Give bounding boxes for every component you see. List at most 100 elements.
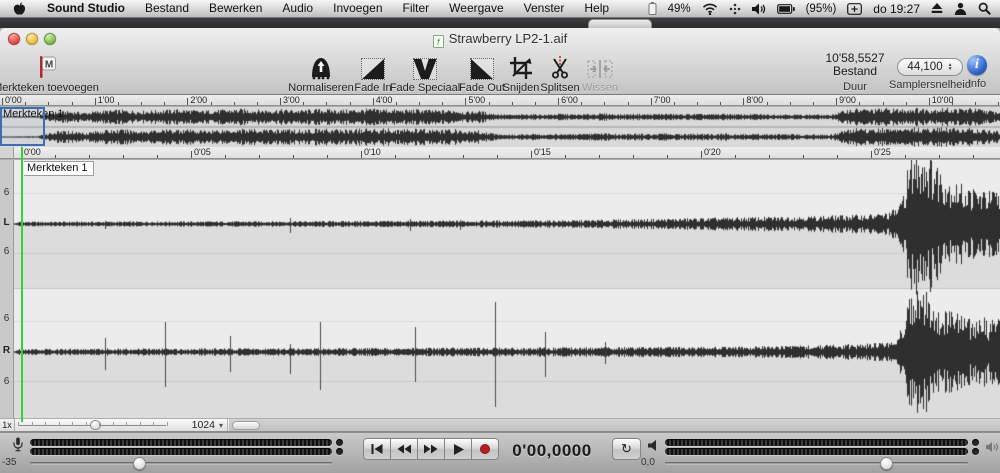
title-bar[interactable]: fStrawberry LP2-1.aif [0,28,1000,50]
output-level-slider[interactable] [665,462,968,465]
ruler-label: 0'15 [534,147,551,157]
output-level-thumb[interactable] [880,457,893,470]
input-meter-right [30,448,332,455]
ruler-tick [906,102,907,105]
ruler-tick [836,98,837,105]
ruler-label: 0'10 [364,147,381,157]
add-marker-button[interactable]: M Merkteken toevoegen [0,52,101,94]
ruler-label: 2'00 [190,95,207,105]
zoom-slider[interactable] [16,419,168,431]
editor-time-ruler[interactable]: 0'000'050'100'150'200'25 [0,147,1000,159]
menu-item-invoegen[interactable]: Invoegen [323,0,392,17]
spotlight-icon[interactable] [978,2,991,15]
menu-item-weergave[interactable]: Weergave [439,0,513,17]
ruler-tick [373,98,374,105]
menu-item-filter[interactable]: Filter [393,0,440,17]
audio-device-icon[interactable] [986,441,999,456]
ruler-tick [361,151,362,158]
ruler-tick [25,102,26,105]
input-meter-left [30,439,332,446]
overview-waveform[interactable] [0,107,1000,148]
go-to-start-button[interactable] [363,438,391,460]
ruler-tick [350,102,351,105]
ruler-tick [303,102,304,105]
ruler-tick [326,102,327,105]
ruler-tick [95,98,96,105]
ruler-tick [497,155,498,158]
editor-waveform[interactable] [14,160,1000,418]
device-battery-percent[interactable]: 49% [668,3,691,15]
loop-button[interactable]: ↻ [612,438,641,460]
ruler-tick [697,102,698,105]
user-menu-icon[interactable] [954,2,967,15]
sample-rate-select[interactable]: 44,100 ▲▼ [897,58,963,76]
ruler-tick [55,155,56,158]
transport-buttons [363,438,499,460]
zoom-tick [32,422,33,426]
ruler-label: 0'00 [24,147,41,157]
apple-menu-icon[interactable] [0,2,37,16]
ruler-tick [280,98,281,105]
ruler-tick [674,102,675,105]
ruler-tick [701,151,702,158]
time-machine-icon[interactable] [847,3,862,15]
horizontal-scrollbar-thumb[interactable] [232,421,260,430]
info-button[interactable]: i [967,55,987,75]
db-scale-label: 6 [0,376,13,387]
db-scale-label: 6 [0,313,13,324]
stepper-icon: ▲▼ [948,63,953,71]
ruler-tick [599,155,600,158]
output-clip-led-right [972,448,979,455]
ruler-tick [72,102,73,105]
editor-marker-label[interactable]: Merkteken 1 [24,161,94,176]
zoom-tick [140,422,141,426]
channel-scale-gutter: 6 L 6 6 R 6 [0,160,14,418]
record-button[interactable] [471,438,499,460]
ruler-tick [118,102,119,105]
device-battery-icon[interactable] [648,2,657,15]
ruler-tick [429,155,430,158]
menu-item-sound-studio[interactable]: Sound Studio [37,0,135,17]
play-button[interactable] [444,438,472,460]
fast-forward-button[interactable] [417,438,445,460]
erase-icon [545,52,655,80]
rewind-button[interactable] [390,438,418,460]
menu-item-bewerken[interactable]: Bewerken [199,0,272,17]
menu-clock[interactable]: do 19:27 [873,2,920,16]
zoom-tick [167,422,168,426]
overview-time-ruler[interactable]: 0'001'002'003'004'005'006'007'008'009'00… [0,95,1000,106]
output-meter-left [665,439,968,446]
output-level-value: 0,0 [641,457,655,468]
ruler-label: 0'00 [5,95,22,105]
input-clip-led-left [336,439,343,446]
right-channel-label: R [0,345,13,356]
horizontal-scrollbar[interactable] [229,419,1000,431]
ruler-tick [604,102,605,105]
background-window-tab[interactable] [588,19,652,28]
eject-icon[interactable] [931,3,943,14]
buffer-size-select[interactable]: 1024 ▾ [172,419,228,431]
ruler-tick [743,98,744,105]
battery-icon[interactable] [777,4,795,14]
menu-status-area: 49% (95%) do 19:27 [648,2,1000,16]
overview-view-region[interactable] [0,107,45,146]
menu-item-venster[interactable]: Venster [514,0,575,17]
input-menu-icon[interactable] [729,3,741,15]
volume-menu-icon[interactable] [752,3,766,15]
menu-item-audio[interactable]: Audio [272,0,323,17]
battery-percent[interactable]: (95%) [806,3,837,15]
wifi-icon[interactable] [702,3,718,15]
menu-item-help[interactable]: Help [574,0,619,17]
sound-studio-screen: Sound StudioBestandBewerkenAudioInvoegen… [0,0,1000,473]
microphone-icon [13,437,23,455]
zoom-tick [153,422,154,426]
input-level-thumb[interactable] [133,457,146,470]
ruler-label: 10'00 [932,95,954,105]
menu-items: Sound StudioBestandBewerkenAudioInvoegen… [37,0,619,17]
menu-item-bestand[interactable]: Bestand [135,0,199,17]
ruler-tick [939,155,940,158]
ruler-tick [581,102,582,105]
input-level-slider[interactable] [30,462,332,465]
playhead-marker-line[interactable] [21,147,23,422]
info-control: i Info [955,52,999,90]
